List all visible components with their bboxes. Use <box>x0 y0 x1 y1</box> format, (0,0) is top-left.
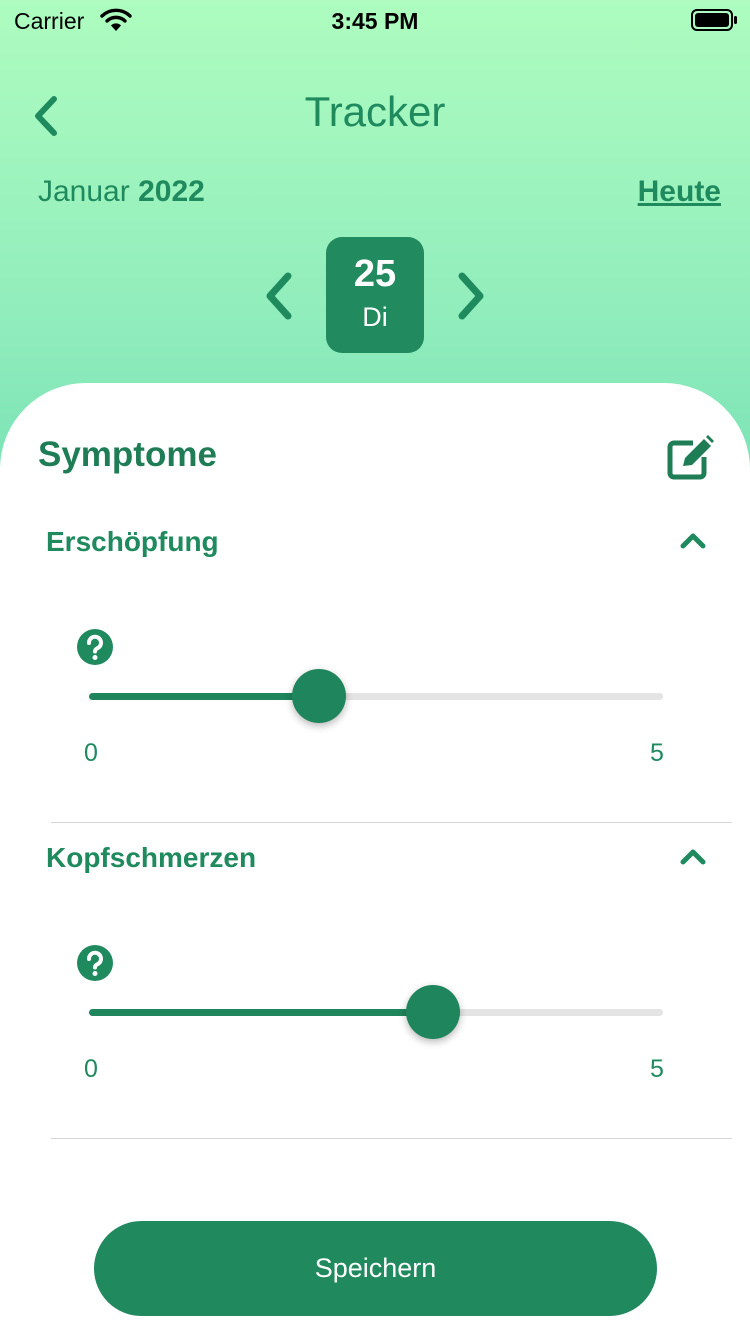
today-link[interactable]: Heute <box>638 175 721 209</box>
symptom-header[interactable]: Erschöpfung <box>46 516 716 566</box>
month-label: Januar 2022 <box>38 175 205 209</box>
symptom-erschoepfung: Erschöpfung 0 5 <box>0 516 750 832</box>
edit-icon[interactable] <box>666 435 716 481</box>
selected-day: 25 Di <box>326 237 424 353</box>
next-day-icon <box>458 272 484 320</box>
slider-min-label: 0 <box>84 1055 98 1083</box>
next-day-button[interactable] <box>454 270 488 322</box>
chevron-up-icon <box>680 533 706 549</box>
slider-thumb[interactable] <box>291 669 346 723</box>
chevron-up-icon <box>680 849 706 865</box>
symptom-name: Kopfschmerzen <box>46 842 257 873</box>
slider-fill <box>89 693 319 700</box>
symptoms-card: Symptome Erschöpfung 0 5 Kopfschmerzen 0… <box>0 383 750 1334</box>
day-name: Di <box>362 302 388 332</box>
symptom-header[interactable]: Kopfschmerzen <box>46 832 716 882</box>
slider-thumb[interactable] <box>406 985 461 1039</box>
status-bar: Carrier 3:45 PM <box>0 0 750 40</box>
slider-max-label: 5 <box>650 1055 664 1083</box>
symptom-slider[interactable] <box>89 666 663 726</box>
help-icon[interactable] <box>77 945 113 981</box>
symptom-kopfschmerzen: Kopfschmerzen 0 5 <box>0 832 750 1148</box>
slider-track <box>89 1009 663 1016</box>
divider <box>51 1138 732 1139</box>
slider-max-label: 5 <box>650 739 664 767</box>
slider-fill <box>89 1009 434 1016</box>
month-year: 2022 <box>138 175 205 208</box>
slider-track <box>89 693 663 700</box>
symptom-name: Erschöpfung <box>46 526 219 557</box>
section-title: Symptome <box>38 435 217 474</box>
save-button[interactable]: Speichern <box>94 1221 657 1316</box>
page-title: Tracker <box>304 88 446 135</box>
help-icon[interactable] <box>77 629 113 665</box>
month-name: Januar <box>38 175 130 208</box>
prev-day-icon <box>266 272 292 320</box>
prev-day-button[interactable] <box>262 270 296 322</box>
divider <box>51 822 732 823</box>
battery-icon <box>691 9 739 36</box>
status-time: 3:45 PM <box>331 8 419 34</box>
day-number: 25 <box>353 253 397 295</box>
symptom-slider[interactable] <box>89 982 663 1042</box>
slider-min-label: 0 <box>84 739 98 767</box>
